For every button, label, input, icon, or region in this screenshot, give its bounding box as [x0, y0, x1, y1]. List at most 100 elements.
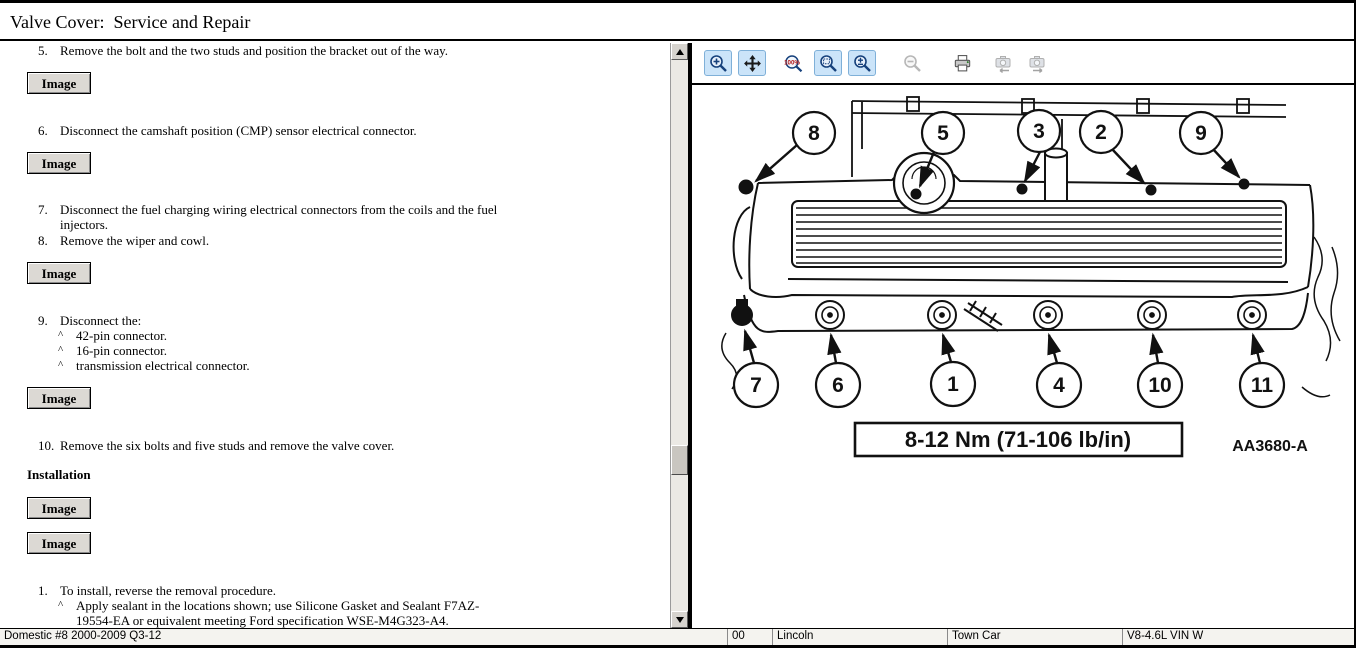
step-5: 5. Remove the bolt and the two studs and… [38, 43, 520, 58]
step-text: Disconnect the fuel charging wiring elec… [60, 202, 520, 232]
step-text: Remove the six bolts and five studs and … [60, 438, 520, 453]
valve-cover-torque-diagram: 8 5 3 2 9 7 6 1 4 10 11 8-12 Nm (71-106 … [692, 87, 1352, 630]
image-toolbar: 100% [692, 43, 1356, 85]
page-title: Valve Cover: Service and Repair [0, 3, 1356, 33]
step-7: 7. Disconnect the fuel charging wiring e… [38, 202, 520, 232]
bullet-icon: ^ [58, 598, 76, 628]
callout-1: 1 [931, 362, 975, 406]
figure-id: AA3680-A [1232, 438, 1308, 455]
oil-filler-cap-icon [894, 153, 954, 213]
camera-right-arrow-icon [1028, 54, 1048, 73]
step-1-subitem: ^ Apply sealant in the locations shown; … [58, 598, 506, 628]
callout-4: 4 [1037, 363, 1081, 407]
step-number: 7. [38, 202, 60, 232]
callout-3: 3 [1018, 110, 1060, 152]
status-make: Lincoln [773, 629, 948, 645]
image-button[interactable]: Image [27, 497, 91, 519]
image-button[interactable]: Image [27, 152, 91, 174]
svg-text:6: 6 [832, 374, 844, 397]
svg-text:7: 7 [750, 374, 762, 397]
callout-7: 7 [734, 363, 778, 407]
status-bar: Domestic #8 2000-2009 Q3-12 00 Lincoln T… [0, 628, 1356, 645]
printer-icon [953, 54, 972, 73]
callout-5: 5 [922, 112, 964, 154]
zoom-100-button[interactable]: 100% [780, 50, 808, 76]
bolt-10 [1138, 301, 1166, 329]
subitem-text: 42-pin connector. [76, 328, 506, 343]
callout-2: 2 [1080, 111, 1122, 153]
step-number: 1. [38, 583, 60, 598]
svg-text:10: 10 [1148, 374, 1171, 397]
main-area: 5. Remove the bolt and the two studs and… [0, 43, 1356, 628]
pan-arrows-icon [743, 54, 762, 73]
ribbed-panel [792, 201, 1286, 267]
svg-text:11: 11 [1251, 374, 1274, 397]
wiring-connector [964, 301, 1002, 331]
svg-text:8-12 Nm (71-106 lb/in): 8-12 Nm (71-106 lb/in) [905, 427, 1131, 452]
title-bar: Valve Cover: Service and Repair [0, 3, 1356, 41]
callout-6: 6 [816, 363, 860, 407]
zoom-region-button[interactable] [814, 50, 842, 76]
subitem-text: 16-pin connector. [76, 343, 506, 358]
torque-spec-box: 8-12 Nm (71-106 lb/in) [855, 423, 1182, 456]
step-9: 9. Disconnect the: [38, 313, 520, 328]
magnifier-region-icon [819, 54, 838, 73]
zoom-in-button[interactable] [704, 50, 732, 76]
bullet-icon: ^ [58, 328, 76, 343]
svg-text:5: 5 [937, 122, 949, 145]
callout-8: 8 [793, 112, 835, 154]
image-button[interactable]: Image [27, 72, 91, 94]
status-code: 00 [728, 629, 773, 645]
step-6: 6. Disconnect the camshaft position (CMP… [38, 123, 520, 138]
image-button[interactable]: Image [27, 387, 91, 409]
step-text: To install, reverse the removal procedur… [60, 583, 520, 598]
scroll-down-icon[interactable] [671, 611, 688, 628]
step-10: 10. Remove the six bolts and five studs … [38, 438, 520, 453]
breather-tube [1045, 149, 1067, 202]
image-previous-button[interactable] [990, 50, 1018, 76]
callout-10: 10 [1138, 363, 1182, 407]
pan-button[interactable] [738, 50, 766, 76]
step-text: Disconnect the: [60, 313, 520, 328]
callout-9: 9 [1180, 112, 1222, 154]
step-number: 5. [38, 43, 60, 58]
svg-text:1: 1 [947, 373, 959, 396]
callout-11: 11 [1240, 363, 1284, 407]
bolt-6 [816, 301, 844, 329]
step-text: Remove the bolt and the two studs and po… [60, 43, 520, 58]
status-model: Town Car [948, 629, 1123, 645]
image-next-button[interactable] [1024, 50, 1052, 76]
image-viewer-panel: 100% [692, 43, 1356, 628]
scroll-up-icon[interactable] [671, 43, 688, 60]
step-9-subitem: ^ transmission electrical connector. [58, 358, 506, 373]
subitem-text: Apply sealant in the locations shown; us… [76, 598, 506, 628]
step-9-subitem: ^ 16-pin connector. [58, 343, 506, 358]
step-1-install: 1. To install, reverse the removal proce… [38, 583, 520, 598]
installation-heading: Installation [27, 467, 91, 482]
zoom-dynamic-button[interactable] [848, 50, 876, 76]
step-text: Disconnect the camshaft position (CMP) s… [60, 123, 520, 138]
svg-text:4: 4 [1053, 374, 1065, 397]
bolt-7 [731, 299, 753, 326]
image-button[interactable]: Image [27, 532, 91, 554]
status-product: Domestic #8 2000-2009 Q3-12 [0, 629, 728, 645]
image-button[interactable]: Image [27, 262, 91, 284]
zoom-out-button[interactable] [898, 50, 926, 76]
doc-scrollbar[interactable] [670, 43, 688, 628]
step-number: 8. [38, 233, 60, 248]
magnifier-100-icon: 100% [784, 54, 804, 73]
camera-left-arrow-icon [994, 54, 1014, 73]
print-button[interactable] [948, 50, 976, 76]
svg-text:9: 9 [1195, 122, 1207, 145]
svg-text:2: 2 [1095, 121, 1107, 144]
magnifier-minus-icon [903, 54, 922, 73]
step-number: 6. [38, 123, 60, 138]
bolt-1 [928, 301, 956, 329]
bolt-11 [1238, 301, 1266, 329]
step-number: 9. [38, 313, 60, 328]
diagram-viewport[interactable]: 8 5 3 2 9 7 6 1 4 10 11 8-12 Nm (71-106 … [692, 87, 1356, 628]
scrollbar-thumb[interactable] [671, 445, 688, 475]
step-text: Remove the wiper and cowl. [60, 233, 520, 248]
magnifier-plus-icon [709, 54, 728, 73]
step-9-subitem: ^ 42-pin connector. [58, 328, 506, 343]
